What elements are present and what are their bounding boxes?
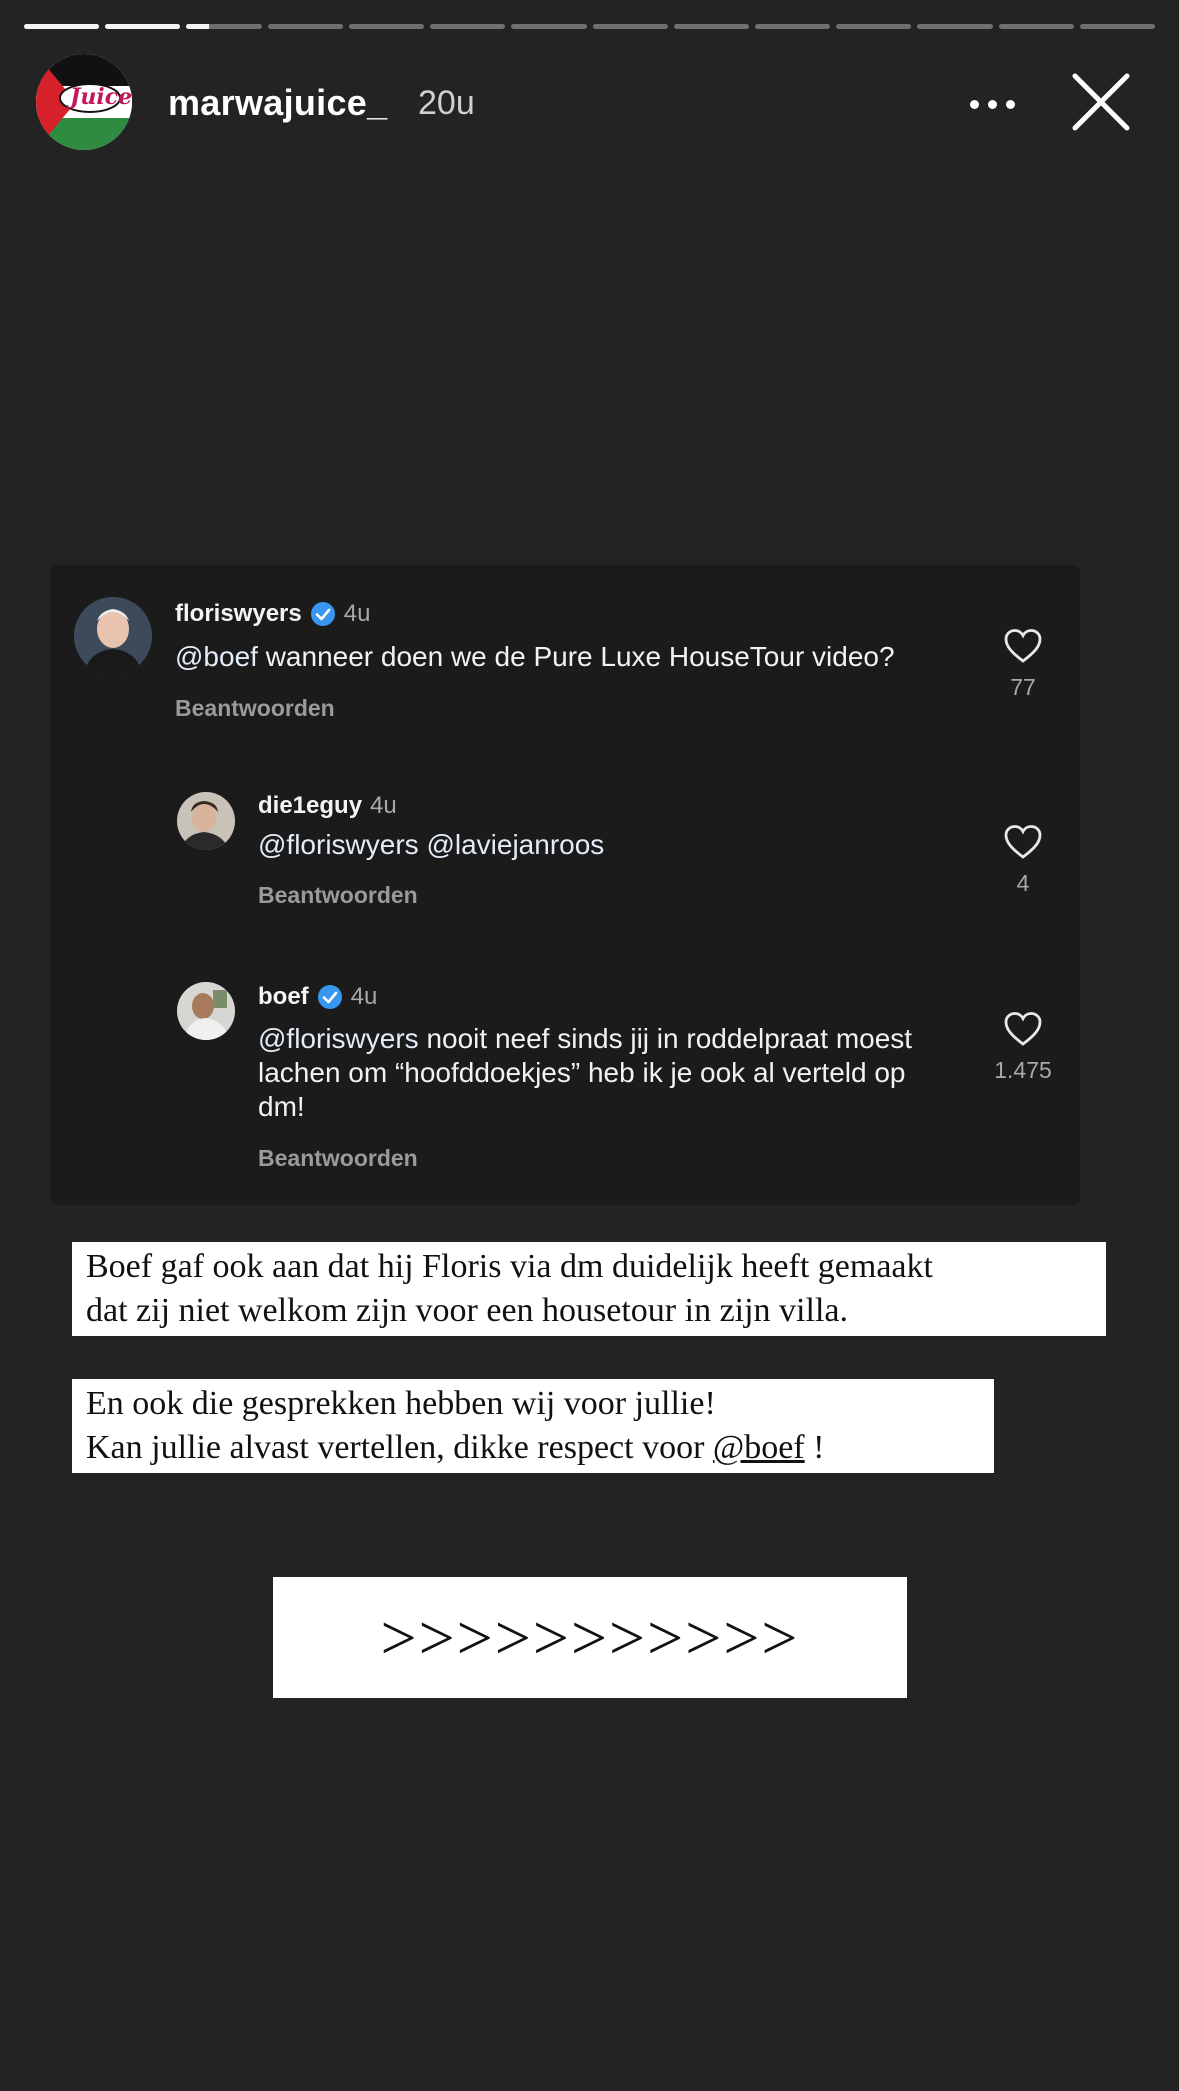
like-count: 4 [1016,870,1030,896]
reply-button[interactable]: Beantwoorden [258,1145,418,1172]
like-button[interactable]: 77 [983,628,1063,701]
verified-badge-icon [317,985,342,1009]
like-button[interactable]: 1.475 [983,1011,1063,1084]
caption-line: dat zij niet welkom zijn voor een houset… [86,1292,848,1329]
person-photo-icon [177,792,235,850]
profile-avatar[interactable]: Juice [36,54,132,150]
heart-icon [1004,629,1042,663]
heart-icon [1004,825,1042,859]
close-button[interactable] [1071,72,1131,132]
comment-mention[interactable]: @boef [175,641,258,672]
verified-badge-icon [310,602,335,626]
progress-segment [917,24,993,29]
comment-mention[interactable]: @floriswyers @laviejanroos [258,829,604,860]
progress-segment [836,24,912,29]
story-username[interactable]: marwajuice_ [168,82,387,124]
person-photo-icon [74,597,152,675]
progress-fill [105,24,181,29]
commenter-avatar[interactable] [177,792,235,850]
caption-line: Boef gaf ook aan dat hij Floris via dm d… [86,1248,933,1285]
progress-segment [998,24,1074,29]
progress-segment [511,24,587,29]
caption-mention-link[interactable]: @boef [713,1429,805,1466]
reply-button[interactable]: Beantwoorden [258,882,418,909]
like-button[interactable]: 4 [983,824,1063,897]
reply-button[interactable]: Beantwoorden [175,695,335,722]
comment-time: 4u [370,792,397,819]
comment-time: 4u [343,600,371,627]
comment-text: @boef wanneer doen we de Pure Luxe House… [175,640,975,674]
comment-username[interactable]: boef [258,983,309,1011]
heart-icon [1004,1012,1042,1046]
progress-segment [267,24,343,29]
progress-segment [348,24,425,29]
commenter-avatar[interactable] [74,597,152,675]
comment-body: wanneer doen we de Pure Luxe HouseTour v… [257,641,895,672]
more-options-button[interactable] [970,84,1030,124]
comment-username[interactable]: floriswyers [175,600,302,628]
comment-username[interactable]: die1eguy [258,792,362,820]
progress-fill [24,24,100,29]
progress-segment [1079,24,1156,29]
comment-text: @floriswyers nooit neef sinds jij in rod… [258,1022,938,1124]
arrows-text: >>>>>>>>>>> [380,1601,800,1673]
comment-mention[interactable]: @floriswyers [258,1023,419,1054]
progress-segment [754,24,831,29]
progress-fill [186,24,209,29]
arrows-banner: >>>>>>>>>>> [273,1577,907,1698]
avatar-logo-text: Juice [70,84,132,110]
progress-segment [592,24,668,29]
more-dots-icon [970,99,1015,109]
like-count: 1.475 [994,1057,1052,1083]
progress-segment [673,24,749,29]
close-icon [1072,73,1130,131]
like-count: 77 [1010,674,1036,700]
caption-box: Boef gaf ook aan dat hij Floris via dm d… [72,1242,1106,1336]
progress-segment [24,24,100,29]
caption-line: En ook die gesprekken hebben wij voor ju… [86,1385,716,1422]
commenter-avatar[interactable] [177,982,235,1040]
story-time-ago: 20u [418,84,475,122]
caption-text: ! [804,1429,825,1466]
story-screen: Juice marwajuice_ 20u floriswyers 4u @bo… [0,0,1179,2091]
comment-time: 4u [350,983,378,1010]
caption-line: Kan jullie alvast vertellen, dikke respe… [86,1426,980,1470]
caption-box: En ook die gesprekken hebben wij voor ju… [72,1379,994,1473]
story-progress-bar [24,24,1156,29]
comment-text: @floriswyers @laviejanroos [258,828,958,862]
story-header: Juice marwajuice_ 20u [36,54,1155,152]
progress-segment [430,24,506,29]
caption-text: Kan jullie alvast vertellen, dikke respe… [86,1429,713,1466]
progress-segment [105,24,181,29]
person-photo-icon [177,982,235,1040]
progress-segment [186,24,262,29]
